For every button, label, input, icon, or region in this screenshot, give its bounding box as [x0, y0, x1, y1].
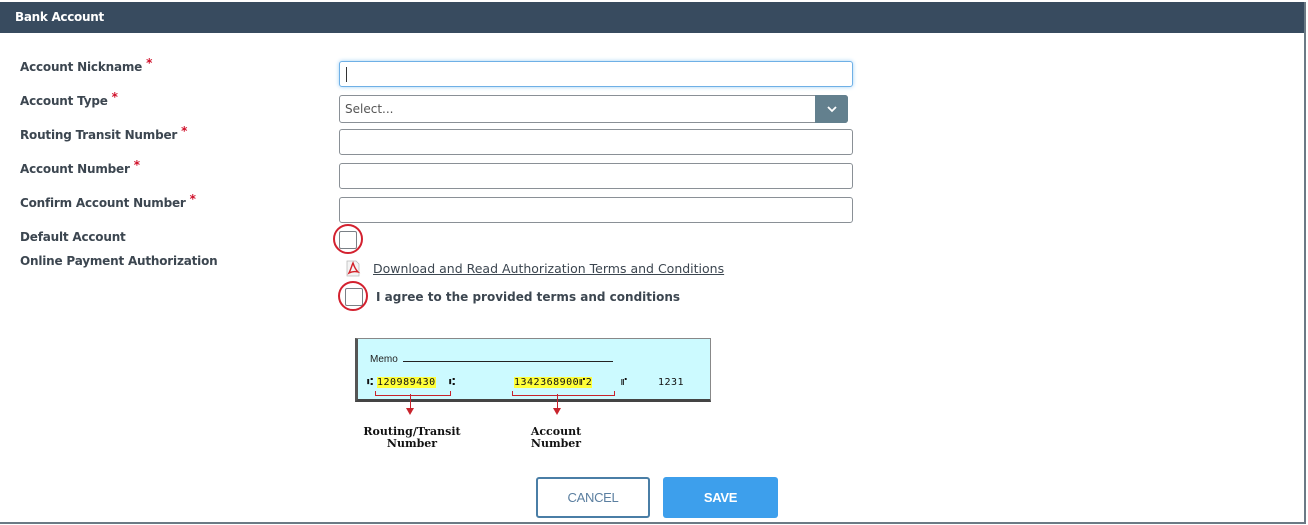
- cancel-button[interactable]: CANCEL: [536, 477, 650, 518]
- chevron-down-icon: [826, 106, 837, 113]
- sample-check-image: Memo ⑆ 120989430 ⑆ 1342368900⑈2 ⑈ 1231: [355, 338, 711, 402]
- account-micr-number: 1342368900⑈2: [514, 377, 593, 388]
- label-text: Confirm Account Number: [20, 196, 186, 210]
- account-type-selected-value: Select...: [345, 102, 394, 116]
- panel-header-title: Bank Account: [0, 2, 1304, 33]
- memo-line: [403, 361, 613, 362]
- label-text: Account Number: [20, 162, 130, 176]
- check-number-micr: 1231: [658, 377, 685, 388]
- account-arrow-head: [553, 408, 561, 415]
- routing-micr-symbol-right: ⑆: [449, 377, 456, 388]
- label-text: Account Type: [20, 94, 108, 108]
- account-type-select[interactable]: Select...: [339, 95, 848, 123]
- micr-on-us-symbol: ⑈: [621, 377, 628, 388]
- routing-arrow-head: [406, 408, 414, 415]
- label-text: Routing Transit Number: [20, 128, 178, 142]
- account-bracket: [512, 391, 615, 396]
- routing-transit-number-input[interactable]: [339, 129, 853, 155]
- required-marker: *: [111, 90, 118, 104]
- routing-arrow-line: [410, 394, 411, 408]
- highlight-ring: [338, 281, 368, 311]
- routing-micr-symbol-left: ⑆: [367, 377, 374, 388]
- check-memo-label: Memo: [370, 354, 398, 365]
- confirm-account-number-input[interactable]: [339, 197, 853, 223]
- account-micr-suffix: 2: [585, 377, 593, 388]
- confirm-account-number-label: Confirm Account Number *: [20, 192, 196, 210]
- caption-line: Number: [530, 437, 582, 450]
- account-type-label: Account Type *: [20, 90, 118, 108]
- dropdown-toggle-button[interactable]: [815, 95, 848, 123]
- account-number-caption: Account Number: [520, 426, 592, 450]
- required-marker: *: [189, 192, 196, 206]
- required-marker: *: [133, 158, 140, 172]
- account-nickname-input[interactable]: [339, 61, 853, 87]
- routing-number-label: Routing Transit Number *: [20, 124, 187, 142]
- caption-line: Number: [386, 437, 438, 450]
- required-marker: *: [146, 56, 153, 70]
- label-text: Account Nickname: [20, 60, 143, 74]
- bank-account-panel: Bank Account Account Nickname * Account T…: [0, 2, 1306, 524]
- pdf-icon: [346, 260, 361, 277]
- text-caret: [346, 67, 347, 82]
- account-number-input[interactable]: [339, 163, 853, 189]
- online-payment-authorization-label: Online Payment Authorization: [20, 254, 218, 268]
- account-micr-digits: 1342368900: [514, 377, 580, 388]
- routing-micr-number: 120989430: [377, 377, 436, 388]
- account-nickname-label: Account Nickname *: [20, 56, 152, 74]
- routing-transit-caption: Routing/Transit Number: [360, 426, 464, 450]
- save-button[interactable]: SAVE: [663, 477, 778, 518]
- account-arrow-line: [557, 394, 558, 408]
- routing-bracket: [375, 391, 451, 396]
- highlight-ring: [333, 224, 363, 254]
- default-account-label: Default Account: [20, 230, 126, 244]
- agree-terms-label: I agree to the provided terms and condit…: [376, 290, 681, 304]
- account-number-label: Account Number *: [20, 158, 140, 176]
- authorization-terms-link[interactable]: Download and Read Authorization Terms an…: [373, 261, 724, 276]
- required-marker: *: [181, 124, 188, 138]
